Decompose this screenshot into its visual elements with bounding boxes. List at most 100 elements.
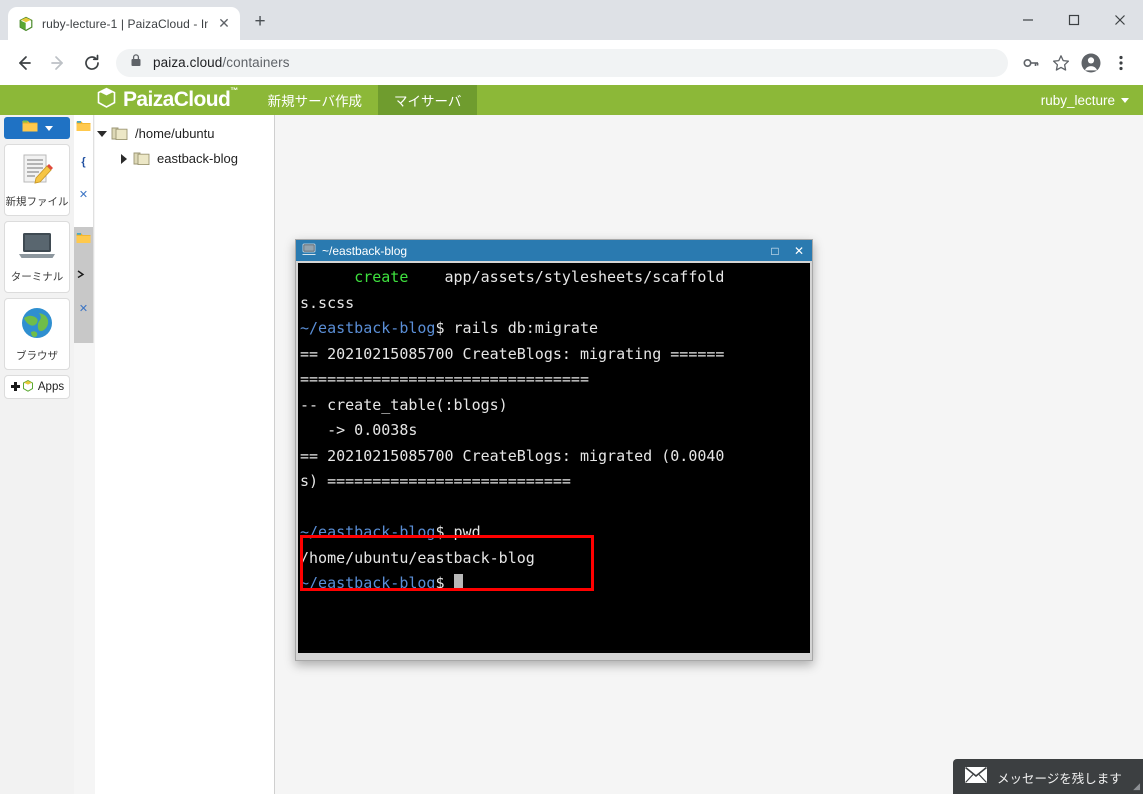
terminal-line: == 20210215085700 CreateBlogs: migrated … [300,444,810,470]
terminal-text: == 20210215085700 CreateBlogs: migrated … [300,446,725,465]
forward-button[interactable] [42,47,74,79]
terminal-line: create app/assets/stylesheets/scaffold [300,265,810,291]
new-item-button[interactable] [4,117,70,139]
three-dot-menu-icon[interactable] [1107,49,1135,77]
window-controls [1005,0,1143,40]
terminal-maximize-icon[interactable]: □ [766,242,784,260]
terminal-line: -> 0.0038s [300,418,810,444]
file-tree-row-home[interactable]: /home/ubuntu [95,121,274,146]
star-icon[interactable] [1047,49,1075,77]
terminal-text: $ [435,574,454,592]
browser-toolbar: paiza.cloud/containers [0,40,1143,85]
chevron-down-icon[interactable] [95,130,109,137]
terminal-text: == 20210215085700 CreateBlogs: migrating… [300,344,725,363]
terminal-text: ~/eastback-blog [300,523,436,541]
trademark-symbol: ™ [230,86,238,95]
terminal-text: app/assets/stylesheets/scaffold [408,268,725,286]
plus-apps-icon [10,378,36,397]
browser-tabstrip: ruby-lecture-1 | PaizaCloud - Inst ✕ + [0,0,1143,40]
terminal-text: ~/eastback-blog [300,319,436,337]
terminal-text: $ pwd [435,523,481,541]
chat-widget[interactable]: メッセージを残します ◢ [953,759,1143,794]
new-tab-button[interactable]: + [246,9,274,37]
terminal-line: ~/eastback-blog$ [300,571,810,597]
brand-name: PaizaCloud™ [123,86,238,111]
paizacloud-logo [96,87,117,114]
header-tab-new-server[interactable]: 新規サーバ作成 [252,85,378,115]
terminal-line: s.scss [300,291,810,317]
browser-tab-title: ruby-lecture-1 | PaizaCloud - Inst [42,16,208,31]
terminal-body[interactable]: create app/assets/stylesheets/scaffold s.… [298,263,810,653]
terminal-line: -- create_table(:blogs) [300,393,810,419]
file-tree-label: eastback-blog [157,151,238,166]
file-tree-row-eastback-blog[interactable]: eastback-blog [95,146,274,171]
lock-icon [130,53,142,72]
terminal-prompt-icon[interactable] [77,269,91,282]
user-menu-label: ruby_lecture [1040,92,1115,108]
maximize-icon[interactable] [1051,0,1097,40]
rail-item-browser[interactable]: ブラウザ [4,298,70,370]
app-brand: PaizaCloud™ [0,85,252,115]
terminal-text: -- create_table(:blogs) [300,395,508,414]
apps-button-label: Apps [37,381,65,393]
minimize-icon[interactable] [1005,0,1051,40]
folder-icon[interactable] [76,120,91,135]
terminal-close-icon[interactable]: ✕ [790,242,808,260]
terminal-text: ================================ [300,370,589,388]
close-icon[interactable]: ✕ [216,15,232,32]
chevron-down-icon [1121,97,1129,103]
workspace-area: ~/eastback-blog □ ✕ create app/assets/st… [276,115,1143,794]
terminal-text: /home/ubuntu/eastback-blog [300,548,535,567]
paizacloud-app: PaizaCloud™ 新規サーバ作成 マイサーバ ruby_lecture 2… [0,85,1143,794]
app-header: PaizaCloud™ 新規サーバ作成 マイサーバ ruby_lecture [0,85,1143,115]
paizacloud-favicon [18,16,34,32]
terminal-output: create app/assets/stylesheets/scaffold s.… [300,265,810,597]
user-menu[interactable]: ruby_lecture [1041,85,1129,115]
terminal-text: s.scss [300,293,355,312]
rail-item-new-file[interactable]: 新規ファイル [4,144,70,216]
url-path: /containers [222,55,290,70]
terminal-line: /home/ubuntu/eastback-blog [300,546,810,572]
key-icon[interactable] [1017,49,1045,77]
close-icon[interactable]: ✕ [79,190,88,201]
rail-item-label: ターミナル [10,271,64,283]
vertical-tab-strip-1: { ✕ [74,115,94,227]
ruby-icon[interactable]: { [81,157,85,168]
file-tree-panel: /home/ubuntu eastback-blog [95,115,275,794]
rail-item-terminal[interactable]: ターミナル [4,221,70,293]
browser-chrome: ruby-lecture-1 | PaizaCloud - Inst ✕ + p… [0,0,1143,85]
terminal-title: ~/eastback-blog [322,243,408,258]
header-tab-my-server[interactable]: マイサーバ [377,85,478,115]
terminal-window-icon [302,242,316,260]
browser-globe-icon [19,305,55,346]
terminal-titlebar[interactable]: ~/eastback-blog □ ✕ [296,240,812,261]
apps-button[interactable]: Apps [4,375,70,399]
close-icon[interactable]: ✕ [79,304,88,315]
close-window-icon[interactable] [1097,0,1143,40]
terminal-text: ~/eastback-blog [300,574,436,592]
chevron-down-icon [44,125,53,131]
back-button[interactable] [8,47,40,79]
resize-grip-icon[interactable]: ◢ [1133,781,1140,792]
profile-avatar-icon[interactable] [1077,49,1105,77]
new-file-icon [19,151,55,192]
browser-tab[interactable]: ruby-lecture-1 | PaizaCloud - Inst ✕ [8,7,240,40]
terminal-window[interactable]: ~/eastback-blog □ ✕ create app/assets/st… [295,239,813,661]
vertical-tab-strip-2: ✕ [74,227,94,343]
reload-button[interactable] [76,47,108,79]
left-icon-rail: 新規ファイル ターミナル ブラウザ Apps [0,115,74,794]
chat-widget-label: メッセージを残します [997,771,1122,786]
chevron-right-icon[interactable] [117,153,131,164]
folder-icon[interactable] [76,232,91,247]
rail-item-label: ブラウザ [16,350,58,362]
url-host: paiza.cloud [153,55,223,70]
terminal-line: ~/eastback-blog$ rails db:migrate [300,316,810,342]
folder-icon [133,151,150,166]
address-bar[interactable]: paiza.cloud/containers [116,48,1008,77]
terminal-cursor [453,574,463,591]
terminal-text: create [354,268,409,286]
terminal-text: $ rails db:migrate [435,319,599,337]
terminal-icon [17,230,57,267]
